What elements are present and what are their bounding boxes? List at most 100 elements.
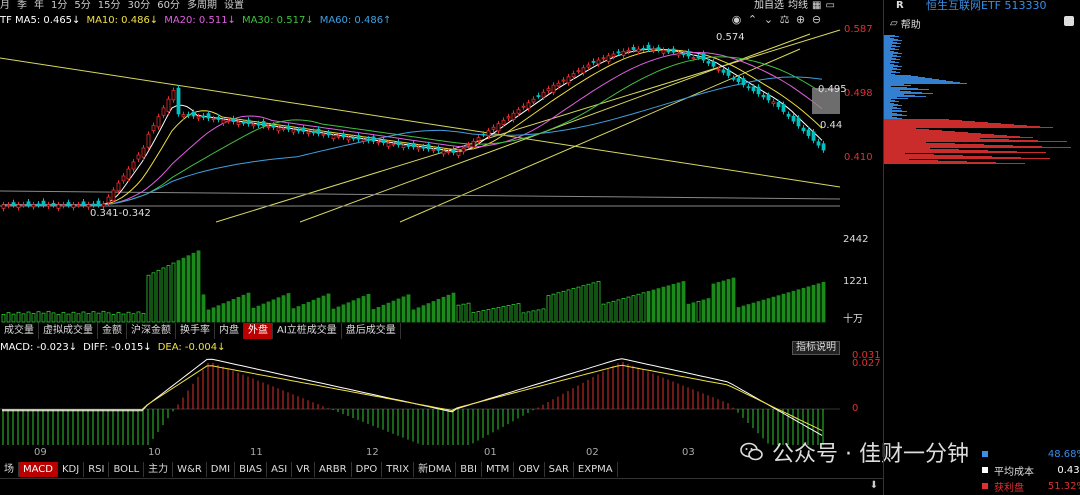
candle-down bbox=[681, 52, 686, 56]
scroll-down-icon[interactable]: ⬇ bbox=[868, 480, 880, 494]
chip-bar bbox=[884, 77, 925, 78]
ma-button[interactable]: 均线 bbox=[788, 0, 808, 12]
indicator-tab-16[interactable]: MTM bbox=[482, 462, 515, 477]
indicator-tab-3[interactable]: RSI bbox=[84, 462, 110, 477]
price-axis-low: 0.410 bbox=[844, 152, 873, 163]
period-1min[interactable]: 1分 bbox=[48, 0, 71, 12]
chip-bar bbox=[884, 87, 907, 88]
indicator-tab-12[interactable]: DPO bbox=[352, 462, 383, 477]
volume-bar bbox=[741, 305, 746, 323]
chip-bar bbox=[884, 62, 899, 63]
volume-bar bbox=[36, 311, 41, 323]
volume-bar bbox=[321, 295, 326, 323]
period-5min[interactable]: 5分 bbox=[71, 0, 94, 12]
panel-header: R 恒生互联网ETF 513330 bbox=[884, 0, 1080, 12]
chip-bar bbox=[884, 98, 908, 99]
volume-bar bbox=[531, 310, 536, 323]
volume-bar bbox=[16, 311, 21, 323]
volume-bar bbox=[81, 311, 86, 323]
volume-tab-4[interactable]: 换手率 bbox=[176, 323, 215, 339]
trendline-0 bbox=[0, 57, 841, 188]
chip-bar bbox=[884, 103, 894, 104]
grid-icon[interactable]: ▦ bbox=[812, 0, 821, 12]
macd-chart[interactable] bbox=[0, 345, 883, 445]
candle-down bbox=[481, 133, 486, 136]
volume-bar bbox=[651, 289, 656, 323]
chip-bar bbox=[884, 55, 897, 56]
volume-tab-6[interactable]: 外盘 bbox=[244, 323, 273, 339]
macd-axis-mid: 0.027 bbox=[852, 358, 881, 369]
period-60min[interactable]: 60分 bbox=[154, 0, 184, 12]
chip-bar bbox=[884, 96, 926, 97]
volume-bar bbox=[556, 292, 561, 323]
window-icon[interactable]: ▭ bbox=[825, 0, 834, 12]
indicator-tab-7[interactable]: DMI bbox=[207, 462, 236, 477]
volume-bar bbox=[776, 295, 781, 323]
chart-scrollbar[interactable]: ⬇ bbox=[0, 478, 883, 495]
indicator-tab-2[interactable]: KDJ bbox=[58, 462, 85, 477]
candle-up bbox=[146, 133, 151, 148]
indicator-tab-8[interactable]: BIAS bbox=[235, 462, 268, 477]
candle-down bbox=[766, 95, 771, 101]
settings-button[interactable]: 设置 bbox=[221, 0, 248, 12]
indicator-tab-10[interactable]: VR bbox=[292, 462, 316, 477]
indicator-tab-6[interactable]: W&R bbox=[173, 462, 207, 477]
volume-tab-0[interactable]: 成交量 bbox=[0, 323, 39, 339]
indicator-tab-5[interactable]: 主力 bbox=[144, 462, 174, 477]
period-30min[interactable]: 30分 bbox=[124, 0, 154, 12]
period-year[interactable]: 年 bbox=[31, 0, 48, 12]
add-watchlist-button[interactable]: 加自选 bbox=[754, 0, 784, 12]
chip-bar bbox=[884, 101, 899, 102]
indicator-tab-9[interactable]: ASI bbox=[267, 462, 293, 477]
period-month[interactable]: 月 bbox=[0, 0, 14, 12]
candle-up bbox=[321, 133, 326, 136]
candle-up bbox=[486, 130, 491, 137]
candle-up bbox=[361, 139, 366, 142]
volume-bar bbox=[801, 287, 806, 323]
indicator-tab-14[interactable]: 新DMA bbox=[414, 462, 457, 477]
chip-bar bbox=[884, 41, 893, 42]
indicator-tab-15[interactable]: BBI bbox=[456, 462, 482, 477]
volume-tab-1[interactable]: 虚拟成交量 bbox=[39, 323, 98, 339]
indicator-tab-17[interactable]: OBV bbox=[514, 462, 545, 477]
candle-down bbox=[591, 60, 596, 63]
candle-down bbox=[381, 140, 386, 144]
volume-tab-2[interactable]: 金额 bbox=[98, 323, 127, 339]
kline-chart[interactable] bbox=[0, 24, 883, 224]
indicator-tab-19[interactable]: EXPMA bbox=[574, 462, 618, 477]
candle-down bbox=[746, 86, 751, 89]
chip-bar bbox=[884, 43, 901, 44]
volume-bar bbox=[726, 279, 731, 323]
indicator-tab-13[interactable]: TRIX bbox=[382, 462, 415, 477]
volume-bar bbox=[611, 300, 616, 323]
chip-bar bbox=[884, 83, 967, 84]
volume-bar bbox=[496, 307, 501, 323]
indicator-tab-1[interactable]: MACD bbox=[19, 462, 58, 477]
chip-bar bbox=[884, 111, 907, 112]
volume-bar bbox=[511, 304, 516, 323]
volume-chart[interactable] bbox=[0, 228, 883, 323]
period-multi[interactable]: 多周期 bbox=[184, 0, 221, 12]
volume-bar bbox=[121, 313, 126, 323]
volume-tab-3[interactable]: 沪深金额 bbox=[127, 323, 176, 339]
period-15min[interactable]: 15分 bbox=[95, 0, 125, 12]
candle-up bbox=[161, 107, 166, 116]
chip-bar bbox=[884, 105, 902, 106]
chip-bar bbox=[884, 152, 1046, 153]
r-label: R bbox=[896, 0, 904, 11]
candle-up bbox=[771, 101, 776, 104]
indicator-tab-18[interactable]: SAR bbox=[545, 462, 574, 477]
candle-up bbox=[501, 119, 506, 125]
chip-bar bbox=[884, 113, 897, 114]
volume-tab-7[interactable]: AI立桩成交量 bbox=[273, 323, 342, 339]
volume-tab-8[interactable]: 盘后成交量 bbox=[342, 323, 401, 339]
chip-bar bbox=[884, 92, 922, 93]
candle-down bbox=[396, 141, 401, 146]
volume-tab-5[interactable]: 内盘 bbox=[215, 323, 244, 339]
volume-bar bbox=[571, 288, 576, 323]
indicator-tab-4[interactable]: BOLL bbox=[109, 462, 145, 477]
period-quarter[interactable]: 季 bbox=[14, 0, 31, 12]
indicator-tab-0[interactable]: 场 bbox=[0, 462, 19, 477]
indicator-tab-11[interactable]: ARBR bbox=[315, 462, 352, 477]
month-03: 03 bbox=[682, 447, 695, 458]
